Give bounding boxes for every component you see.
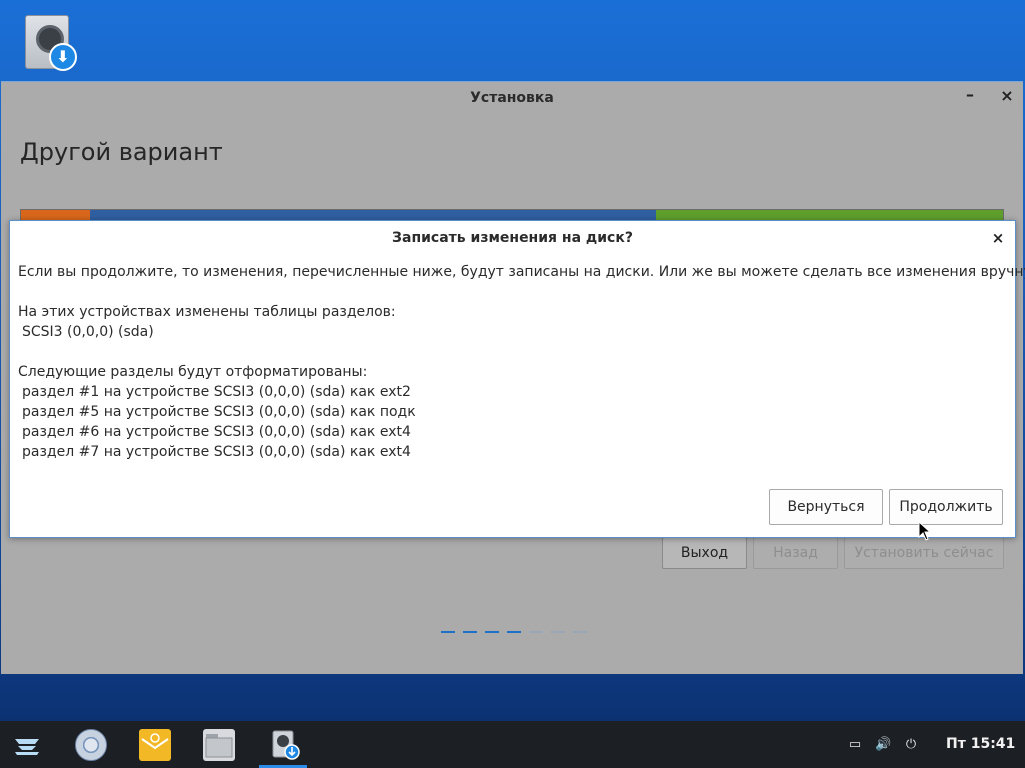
mail-icon[interactable] xyxy=(139,729,171,761)
zorin-menu-icon[interactable] xyxy=(11,729,43,761)
list-item: раздел #6 на устройстве SCSI3 (0,0,0) (s… xyxy=(22,424,411,440)
continue-button[interactable]: Продолжить xyxy=(889,489,1003,525)
close-icon[interactable]: × xyxy=(996,86,1018,110)
partition-segment xyxy=(21,210,90,220)
clock[interactable]: Пт 15:41 xyxy=(946,736,1015,752)
progress-dots xyxy=(441,631,587,633)
confirm-write-dialog: Записать изменения на диск? × Если вы пр… xyxy=(9,220,1025,538)
progress-dot xyxy=(507,631,521,633)
page-title: Другой вариант xyxy=(20,138,223,166)
progress-dot xyxy=(529,631,543,633)
progress-dot xyxy=(573,631,587,633)
list-item: раздел #1 на устройстве SCSI3 (0,0,0) (s… xyxy=(22,384,411,400)
power-icon[interactable]: ⏻ xyxy=(904,738,918,752)
volume-icon[interactable]: 🔊 xyxy=(875,738,891,752)
back-button[interactable]: Назад xyxy=(753,537,838,569)
device-name: SCSI3 (0,0,0) (sda) xyxy=(22,324,154,340)
display-icon[interactable]: ▭ xyxy=(848,738,862,752)
installer-icon[interactable] xyxy=(270,729,302,761)
files-icon[interactable] xyxy=(203,729,235,761)
taskbar: ▭ 🔊 ⏻ Пт 15:41 xyxy=(0,721,1025,768)
progress-dot xyxy=(463,631,477,633)
dialog-message: Если вы продолжите, то изменения, перечи… xyxy=(18,262,1025,462)
partition-segment xyxy=(656,210,1003,220)
install-now-button[interactable]: Установить сейчас xyxy=(844,537,1004,569)
progress-dot xyxy=(441,631,455,633)
mouse-cursor-icon xyxy=(918,521,932,541)
go-back-button[interactable]: Вернуться xyxy=(769,489,883,525)
list-item: раздел #5 на устройстве SCSI3 (0,0,0) (s… xyxy=(22,404,416,420)
quit-button[interactable]: Выход xyxy=(662,537,747,569)
list-item: раздел #7 на устройстве SCSI3 (0,0,0) (s… xyxy=(22,444,411,460)
format-heading: Следующие разделы будут отформатированы: xyxy=(18,364,368,380)
progress-dot xyxy=(551,631,565,633)
partition-segment xyxy=(89,210,657,220)
close-icon[interactable]: × xyxy=(988,229,1008,249)
installer-desktop-icon[interactable]: ⬇ xyxy=(20,12,80,80)
intro-text: Если вы продолжите, то изменения, перечи… xyxy=(18,264,1025,280)
tables-heading: На этих устройствах изменены таблицы раз… xyxy=(18,304,396,320)
window-title: Установка xyxy=(470,90,554,106)
download-icon: ⬇ xyxy=(49,43,77,71)
browser-icon[interactable] xyxy=(75,729,107,761)
minimize-icon[interactable]: – xyxy=(959,85,981,111)
dialog-title: Записать изменения на диск? xyxy=(392,230,633,246)
progress-dot xyxy=(485,631,499,633)
